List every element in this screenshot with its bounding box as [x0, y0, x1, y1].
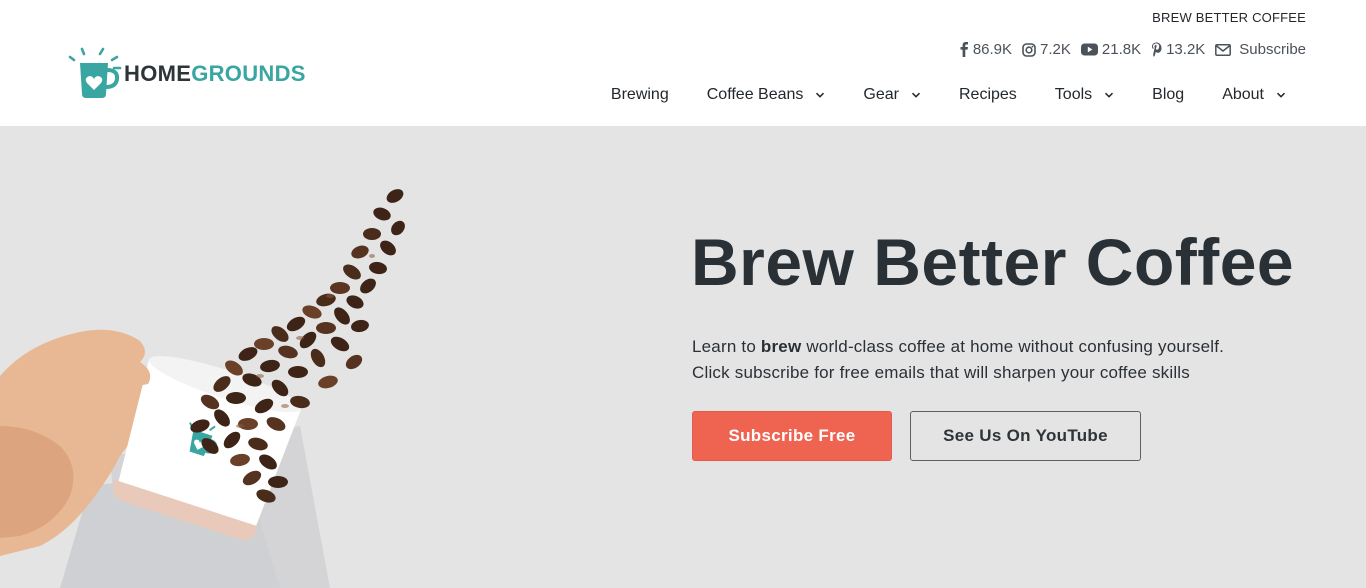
subscribe-label: Subscribe [1239, 41, 1306, 58]
nav-item-recipes[interactable]: Recipes [959, 86, 1017, 104]
hero-title: Brew Better Coffee [691, 225, 1295, 299]
tagline: BREW BETTER COFFEE [1152, 10, 1306, 25]
youtube-count: 21.8K [1101, 41, 1142, 58]
nav-item-coffee-beans[interactable]: Coffee Beans [707, 86, 826, 104]
nav-label: Recipes [958, 86, 1017, 103]
social-instagram[interactable]: 7.2K [1022, 41, 1071, 58]
chevron-down-icon [1105, 92, 1114, 98]
homegrounds-logo[interactable]: HOMEGROUNDS [66, 46, 306, 102]
social-links: 86.9K 7.2K 21.8K 13.2K Subscribe [960, 41, 1306, 58]
facebook-count: 86.9K [972, 41, 1013, 58]
nav-item-gear[interactable]: Gear [863, 86, 921, 104]
instagram-count: 7.2K [1040, 41, 1071, 58]
mug-heart-icon [68, 47, 122, 98]
hero-text-bold: brew [760, 337, 802, 356]
nav-label: About [1222, 86, 1264, 103]
hero-section: Brew Better Coffee Learn to brew world-c… [0, 126, 1366, 588]
nav-label: Tools [1054, 86, 1093, 103]
subscribe-free-button[interactable]: Subscribe Free [692, 411, 892, 461]
nav-label: Coffee Beans [706, 86, 804, 103]
hero-text-part: Learn to [692, 337, 761, 356]
mail-icon [1215, 43, 1232, 56]
nav-item-brewing[interactable]: Brewing [611, 86, 669, 104]
logo-wordmark: HOMEGROUNDS [124, 61, 306, 86]
chevron-down-icon [1276, 92, 1286, 98]
subscribe-link[interactable]: Subscribe [1215, 41, 1306, 58]
hero-image-hand-mug-beans [0, 189, 405, 588]
hero-description: Learn to brew world-class coffee at home… [692, 334, 1224, 386]
chevron-down-icon [911, 92, 921, 98]
nav-label: Gear [863, 86, 899, 103]
site-header: BREW BETTER COFFEE HOMEGROUNDS 86.9K 7.2… [0, 0, 1366, 126]
hero-text-line2: Click subscribe for free emails that wil… [692, 363, 1190, 382]
social-pinterest[interactable]: 13.2K [1151, 41, 1205, 58]
nav-item-about[interactable]: About [1222, 86, 1286, 104]
nav-label: Brewing [610, 86, 669, 103]
youtube-icon [1080, 43, 1098, 56]
social-youtube[interactable]: 21.8K [1080, 41, 1142, 58]
chevron-down-icon [816, 92, 825, 98]
nav-item-tools[interactable]: Tools [1055, 86, 1114, 104]
nav-item-blog[interactable]: Blog [1152, 86, 1184, 104]
main-nav: Brewing Coffee Beans Gear Recipes Tools … [611, 86, 1286, 104]
hero-text-part: world-class coffee at home without confu… [801, 337, 1225, 356]
nav-label: Blog [1152, 86, 1185, 103]
pinterest-count: 13.2K [1166, 41, 1206, 58]
social-facebook[interactable]: 86.9K [960, 41, 1012, 58]
facebook-icon [960, 42, 968, 57]
instagram-icon [1022, 42, 1036, 57]
youtube-button[interactable]: See Us On YouTube [910, 411, 1141, 461]
pinterest-icon [1152, 42, 1162, 57]
